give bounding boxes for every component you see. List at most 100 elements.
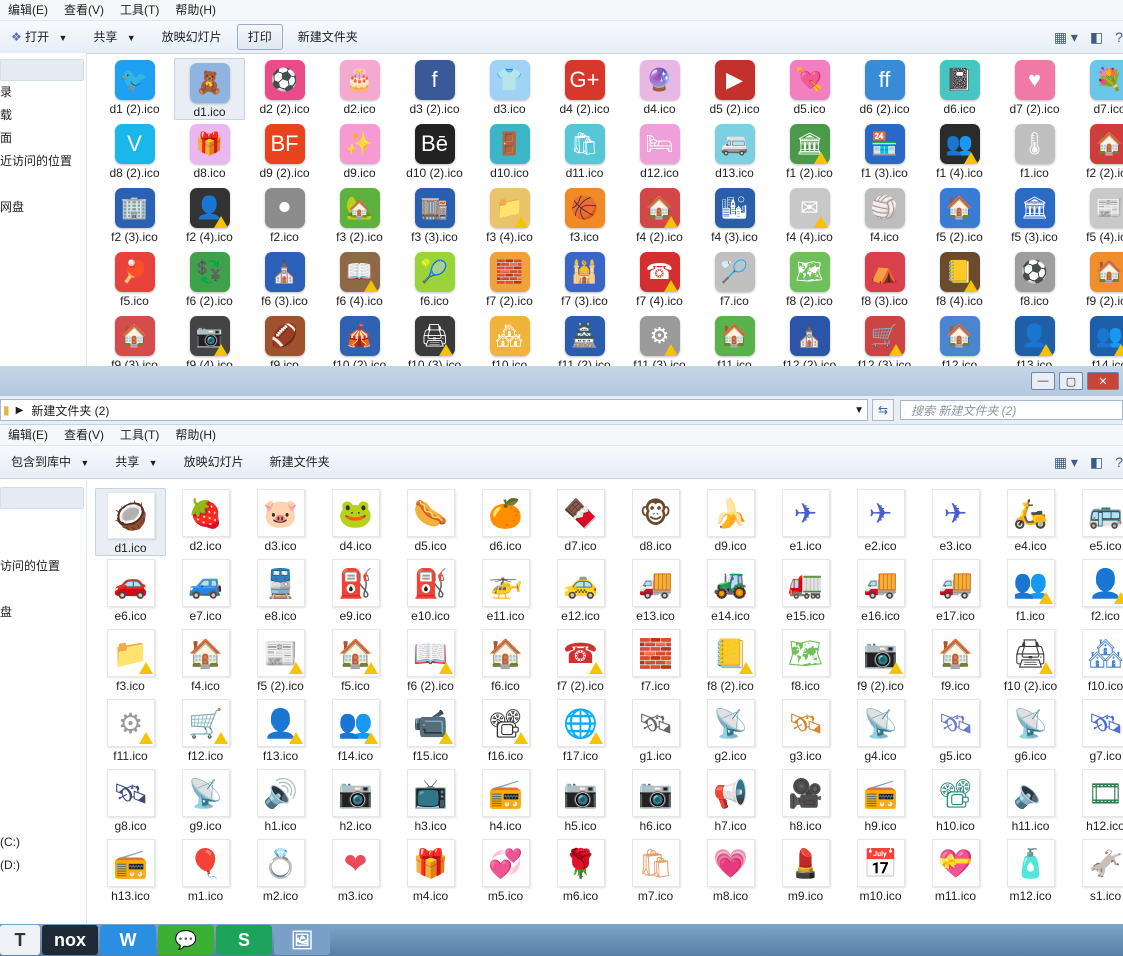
file-item[interactable]: 📖 f6 (4).ico — [322, 248, 397, 312]
menu-item[interactable]: 帮助(H) — [167, 425, 224, 445]
nav-item[interactable]: 录 — [0, 81, 86, 104]
file-item[interactable]: 🗺 f8 (2).ico — [772, 248, 847, 312]
file-item[interactable]: 📒 f8 (2).ico — [693, 626, 768, 696]
file-item[interactable]: 🎂 d2.ico — [322, 56, 397, 120]
file-item[interactable]: ⛽ e10.ico — [393, 556, 468, 626]
file-item[interactable]: 🛍 d11.ico — [547, 120, 622, 184]
nav-selected-item[interactable] — [0, 59, 84, 81]
file-item[interactable]: 🥥 d1.ico — [95, 488, 166, 556]
file-item[interactable]: 💘 d5.ico — [772, 56, 847, 120]
view-options-icon[interactable]: ▦ ▾ — [1054, 29, 1078, 46]
file-item[interactable]: 📒 f8 (4).ico — [922, 248, 997, 312]
file-item[interactable]: ⚙ f11 (3).ico — [622, 312, 697, 366]
file-item[interactable]: ❤ m3.ico — [318, 836, 393, 906]
file-item[interactable]: 🎈 m1.ico — [168, 836, 243, 906]
file-item[interactable]: 🎪 f10 (2).ico — [322, 312, 397, 366]
nav-item[interactable] — [0, 739, 86, 762]
print-button[interactable]: 打印 — [236, 24, 283, 50]
file-item[interactable]: 📻 h4.ico — [468, 766, 543, 836]
open-button[interactable]: ❖ 打开 ▼ — [0, 24, 78, 51]
file-item[interactable]: 🏙 f4 (3).ico — [697, 184, 772, 248]
nav-item[interactable] — [0, 624, 86, 647]
file-item[interactable]: 🖨 f10 (3).ico — [397, 312, 472, 366]
file-item[interactable]: 👥 f1.ico — [993, 556, 1068, 626]
file-item[interactable]: 🏠 f4.ico — [168, 626, 243, 696]
file-item[interactable]: 🏐 f4.ico — [847, 184, 922, 248]
nav-item[interactable]: (C:) — [0, 831, 86, 854]
file-item[interactable]: 🛒 f12 (3).ico — [847, 312, 922, 366]
nav-item[interactable]: 载 — [0, 104, 86, 127]
file-item[interactable]: 📁 f3 (4).ico — [472, 184, 547, 248]
file-item[interactable]: 🏠 f9.ico — [918, 626, 993, 696]
maximize-button[interactable]: ▢ — [1059, 372, 1083, 390]
file-item[interactable]: 🛵 e4.ico — [993, 486, 1068, 556]
new-folder-button[interactable]: 新建文件夹 — [259, 449, 341, 475]
file-item[interactable]: 🖨 f10 (2).ico — [993, 626, 1068, 696]
file-item[interactable]: 🍓 d2.ico — [168, 486, 243, 556]
file-item[interactable]: 🛰 g3.ico — [768, 696, 843, 766]
file-item[interactable]: 🧴 m12.ico — [993, 836, 1068, 906]
file-item[interactable]: 🏯 f11 (2).ico — [547, 312, 622, 366]
file-item[interactable]: ⚽ d2 (2).ico — [247, 56, 322, 120]
file-item[interactable]: ⛺ f8 (3).ico — [847, 248, 922, 312]
preview-pane-icon[interactable]: ◧ — [1090, 29, 1103, 46]
file-item[interactable]: 👤 f13.ico — [243, 696, 318, 766]
file-item[interactable]: 👥f14.ico — [1072, 312, 1123, 366]
file-item[interactable]: 📰 f5 (4).ico — [1072, 184, 1123, 248]
file-item[interactable]: 🎁 m4.ico — [393, 836, 468, 906]
file-item[interactable]: Vd8 (2).ico — [97, 120, 172, 184]
file-item[interactable]: 🏠 f5 (2).ico — [922, 184, 997, 248]
file-item[interactable]: 🏡 f3 (2).ico — [322, 184, 397, 248]
file-item[interactable]: 🌭 d5.ico — [393, 486, 468, 556]
file-item[interactable]: 📅 m10.ico — [843, 836, 918, 906]
file-item[interactable]: 🚁 e11.ico — [468, 556, 543, 626]
file-item[interactable]: 🏠 f11.ico — [697, 312, 772, 366]
file-item[interactable]: 💞 m5.ico — [468, 836, 543, 906]
file-item[interactable]: ⛪ f12 (2).ico — [772, 312, 847, 366]
file-item[interactable]: G+ d4 (2).ico — [547, 56, 622, 120]
file-item[interactable]: 🌐 f17.ico — [543, 696, 618, 766]
photo-viewer-icon[interactable]: 🖼 — [274, 925, 330, 955]
file-item[interactable]: 🚚 e13.ico — [618, 556, 693, 626]
file-item[interactable]: 📓 d6.ico — [922, 56, 997, 120]
file-item[interactable]: ff d6 (2).ico — [847, 56, 922, 120]
file-item[interactable]: 🏀 f3.ico — [547, 184, 622, 248]
nav-item[interactable] — [0, 578, 86, 601]
text-editor-icon[interactable]: T — [0, 925, 40, 955]
nav-item[interactable] — [0, 693, 86, 716]
nav-item[interactable] — [0, 173, 86, 196]
file-item[interactable]: 💍 m2.ico — [243, 836, 318, 906]
slideshow-button[interactable]: 放映幻灯片 — [151, 24, 233, 50]
file-item[interactable]: 🏘 f10.ico — [1068, 626, 1123, 696]
file-item[interactable]: 🏠 f4 (2).ico — [622, 184, 697, 248]
file-item[interactable]: 💄 m9.ico — [768, 836, 843, 906]
file-item[interactable]: BF d9 (2).ico — [247, 120, 322, 184]
file-item[interactable]: 📢 h7.ico — [693, 766, 768, 836]
wps-spreadsheet-icon[interactable]: S — [216, 925, 272, 955]
file-item[interactable]: 🐵 d8.ico — [618, 486, 693, 556]
file-item[interactable]: 🚛 e15.ico — [768, 556, 843, 626]
file-item[interactable]: 📡 g6.ico — [993, 696, 1068, 766]
file-item[interactable]: 🏠 f9 (3).ico — [97, 312, 172, 366]
file-item[interactable]: 📺 h3.ico — [393, 766, 468, 836]
file-item[interactable]: 🍌 d9.ico — [693, 486, 768, 556]
nav-item[interactable] — [0, 762, 86, 785]
file-item[interactable]: 🎁 d8.ico — [172, 120, 247, 184]
file-item[interactable]: 👥f14.ico — [318, 696, 393, 766]
file-item[interactable]: 🏬 f3 (3).ico — [397, 184, 472, 248]
file-item[interactable]: 🔈 h11.ico — [993, 766, 1068, 836]
file-item[interactable]: ✈ e3.ico — [918, 486, 993, 556]
menu-item[interactable]: 编辑(E) — [0, 425, 56, 445]
nav-item[interactable] — [0, 670, 86, 693]
view-options-icon[interactable]: ▦ ▾ — [1054, 454, 1078, 471]
file-item[interactable]: ⛽ e9.ico — [318, 556, 393, 626]
file-item[interactable]: 🚕 e12.ico — [543, 556, 618, 626]
file-item[interactable]: 🚜 e14.ico — [693, 556, 768, 626]
file-item[interactable]: 🏘 f10.ico — [472, 312, 547, 366]
nav-item[interactable] — [0, 716, 86, 739]
file-item[interactable]: 📽 f16.ico — [468, 696, 543, 766]
file-item[interactable]: 🛍 m7.ico — [618, 836, 693, 906]
file-item[interactable]: 📁 f3.ico — [93, 626, 168, 696]
new-folder-button[interactable]: 新建文件夹 — [287, 24, 369, 50]
file-item[interactable]: 🎞 h12.ico — [1068, 766, 1123, 836]
